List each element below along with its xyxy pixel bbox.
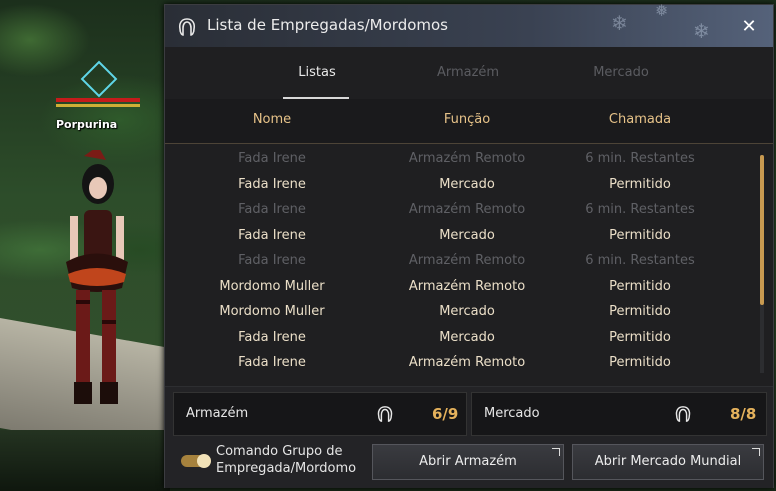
col-name: Nome <box>252 112 292 127</box>
row-call: Permitido <box>609 278 671 294</box>
close-icon[interactable]: ✕ <box>739 17 759 37</box>
group-command-label: Comando Grupo de Empregada/Mordomo <box>216 444 357 476</box>
ground-shadow <box>0 430 170 491</box>
scrollbar-thumb[interactable] <box>760 155 764 305</box>
list-item[interactable]: Fada Irene Armazém Remoto 6 min. Restantes <box>165 198 755 223</box>
tab-bar: Listas Armazém Mercado <box>165 49 773 100</box>
snowflake-icon: ❅ <box>655 1 669 20</box>
tab-market[interactable]: Mercado <box>561 65 681 80</box>
list-item[interactable]: Fada Irene Armazém Remoto 6 min. Restantes <box>165 147 755 172</box>
list-item[interactable]: Mordomo Muller Armazém Remoto Permitido <box>165 275 755 300</box>
row-function: Armazém Remoto <box>408 355 526 370</box>
row-function: Armazém Remoto <box>408 253 526 268</box>
market-label: Mercado <box>484 406 540 421</box>
row-call: Permitido <box>609 355 671 370</box>
open-world-market-button[interactable]: Abrir Mercado Mundial <box>572 444 764 480</box>
row-name: Fada Irene <box>238 176 306 192</box>
open-market-label: Abrir Mercado Mundial <box>594 454 742 469</box>
open-storage-button[interactable]: Abrir Armazém <box>372 444 564 480</box>
list-item[interactable]: Fada Irene Armazém Remoto Permitido <box>165 351 755 376</box>
window-title: Lista de Empregadas/Mordomos <box>207 16 448 34</box>
storage-count: 6/9 <box>432 405 459 423</box>
row-name: Fada Irene <box>238 329 306 345</box>
row-call: 6 min. Restantes <box>585 151 695 166</box>
player-mp-bar <box>56 104 140 107</box>
row-name: Fada Irene <box>238 202 306 217</box>
column-header: Nome Função Chamada <box>165 99 773 144</box>
maid-icon <box>178 18 196 36</box>
player-name: Porpurina <box>56 118 118 131</box>
row-call: Permitido <box>609 176 671 192</box>
player-hp-bar <box>56 98 140 102</box>
popout-icon <box>552 448 560 456</box>
row-call: Permitido <box>609 304 671 319</box>
row-function: Mercado <box>439 304 495 319</box>
popout-icon <box>752 448 760 456</box>
col-call: Chamada <box>608 112 672 127</box>
list-item[interactable]: Fada Irene Armazém Remoto 6 min. Restantes <box>165 249 755 274</box>
list-item[interactable]: Mordomo Muller Mercado Permitido <box>165 300 755 325</box>
row-name: Mordomo Muller <box>219 278 325 294</box>
target-marker-icon <box>80 60 118 98</box>
row-call: Permitido <box>609 227 671 243</box>
open-storage-label: Abrir Armazém <box>419 454 517 469</box>
window-titlebar[interactable]: Lista de Empregadas/Mordomos ❄ ❅ ❄ ✕ <box>165 1 773 47</box>
storage-label: Armazém <box>186 406 249 421</box>
maid-butler-window: Lista de Empregadas/Mordomos ❄ ❅ ❄ ✕ Lis… <box>164 1 774 488</box>
snowflake-icon: ❄ <box>693 19 710 43</box>
group-command-toggle[interactable] <box>181 454 211 468</box>
tab-storage[interactable]: Armazém <box>408 65 528 80</box>
toggle-knob <box>197 454 211 468</box>
list-item[interactable]: Fada Irene Mercado Permitido <box>165 326 755 351</box>
row-name: Fada Irene <box>238 253 306 268</box>
list-item[interactable]: Fada Irene Mercado Permitido <box>165 224 755 249</box>
market-count: 8/8 <box>730 405 757 423</box>
market-summary: Mercado 8/8 <box>471 392 767 436</box>
maid-icon <box>675 406 691 422</box>
row-call: 6 min. Restantes <box>585 253 695 268</box>
storage-summary: Armazém 6/9 <box>173 392 467 436</box>
row-function: Mercado <box>439 176 495 192</box>
row-name: Fada Irene <box>238 151 306 166</box>
row-function: Mercado <box>439 227 495 243</box>
row-function: Armazém Remoto <box>408 151 526 166</box>
tab-lists[interactable]: Listas <box>257 65 377 80</box>
row-function: Mercado <box>439 329 495 345</box>
maid-icon <box>377 406 393 422</box>
row-name: Mordomo Muller <box>219 304 325 319</box>
row-function: Armazém Remoto <box>408 278 526 294</box>
list-item[interactable]: Fada Irene Mercado Permitido <box>165 173 755 198</box>
row-name: Fada Irene <box>238 227 306 243</box>
snowflake-icon: ❄ <box>611 11 628 35</box>
player-character[interactable] <box>62 150 132 412</box>
row-function: Armazém Remoto <box>408 202 526 217</box>
row-call: Permitido <box>609 329 671 345</box>
row-name: Fada Irene <box>238 355 306 370</box>
row-call: 6 min. Restantes <box>585 202 695 217</box>
col-function: Função <box>443 112 491 127</box>
